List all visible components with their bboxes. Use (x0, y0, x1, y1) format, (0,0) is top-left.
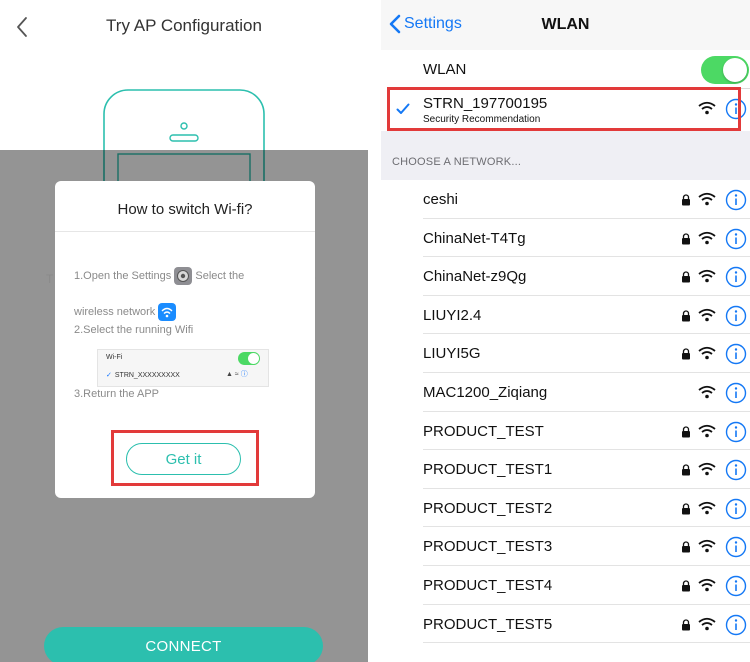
network-name: LIUYI2.4 (423, 306, 482, 324)
info-icon[interactable] (725, 305, 747, 332)
info-icon[interactable] (725, 498, 747, 525)
lock-icon (681, 232, 691, 250)
switch-wifi-dialog: How to switch Wi-fi? 1.Open the Settings… (55, 181, 315, 498)
network-row[interactable]: PRODUCT_TEST (381, 412, 750, 451)
nav-title: WLAN (541, 16, 590, 33)
wifi-icon (698, 462, 716, 481)
wifi-icon (698, 308, 716, 327)
wifi-settings-preview: Wi-Fi ✓ STRN_XXXXXXXXX ▲ ≈ ⓘ (97, 349, 269, 387)
network-name: PRODUCT_TEST3 (423, 538, 553, 556)
background-text: T (46, 272, 54, 286)
network-name: PRODUCT_TEST2 (423, 499, 553, 517)
step-text: wireless network (74, 305, 156, 318)
network-name: PRODUCT_TEST1 (423, 461, 553, 479)
network-name: ChinaNet-z9Qg (423, 268, 527, 286)
wlan-toggle-row: WLAN (381, 52, 750, 88)
page-title: Try AP Configuration (106, 16, 262, 35)
preview-wifi-label: Wi-Fi (106, 354, 123, 361)
wifi-icon (698, 539, 716, 558)
info-icon[interactable] (725, 228, 747, 255)
info-icon[interactable] (725, 343, 747, 370)
lock-icon (681, 425, 691, 443)
info-icon[interactable] (725, 536, 747, 563)
get-it-button[interactable]: Get it (126, 443, 241, 475)
network-list: ceshi ChinaNet-T4Tg ChinaNet-z9Qg LIUYI2.4 L… (381, 180, 750, 643)
wifi-icon (698, 346, 716, 365)
dialog-title: How to switch Wi-fi? (117, 201, 253, 218)
network-row[interactable]: LIUYI5G (381, 334, 750, 373)
lock-icon (681, 579, 691, 597)
divider (55, 231, 315, 232)
network-row[interactable]: ChinaNet-z9Qg (381, 257, 750, 296)
info-icon[interactable] (725, 382, 747, 409)
lock-icon (681, 347, 691, 365)
lock-icon (681, 193, 691, 211)
instruction-step-1: 1.Open the Settings Select the (74, 267, 244, 285)
network-row[interactable]: MAC1200_Ziqiang (381, 373, 750, 412)
network-row[interactable]: ChinaNet-T4Tg (381, 219, 750, 258)
step-text: Select the (195, 269, 245, 282)
wlan-label: WLAN (423, 61, 467, 78)
lock-icon (681, 540, 691, 558)
wifi-icon (698, 617, 716, 636)
wifi-icon (698, 269, 716, 288)
ap-config-screen: Try AP Configuration T - How to switch W… (0, 0, 368, 662)
lock-icon (681, 502, 691, 520)
wifi-icon: ≈ (234, 371, 239, 378)
preview-network-name: STRN_XXXXXXXXX (114, 372, 180, 379)
step-text: 1.Open the Settings (74, 269, 172, 282)
wifi-icon (698, 385, 716, 404)
instruction-step-1-cont: wireless network (74, 303, 177, 321)
network-name: PRODUCT_TEST (423, 422, 544, 440)
settings-gear-icon (174, 267, 193, 285)
connect-button[interactable]: CONNECT (44, 627, 323, 662)
lock-icon (681, 270, 691, 288)
info-icon[interactable] (725, 575, 747, 602)
network-name: LIUYI5G (423, 345, 481, 363)
network-row[interactable]: PRODUCT_TEST1 (381, 450, 750, 489)
navigation-bar: Settings WLAN (381, 0, 750, 50)
network-name: PRODUCT_TEST4 (423, 576, 553, 594)
highlight-box (387, 87, 741, 131)
instruction-step-2: 2.Select the running Wifi (74, 324, 194, 336)
preview-network: ✓ STRN_XXXXXXXXX (106, 371, 180, 379)
network-name: ceshi (423, 191, 459, 208)
wifi-icon (698, 192, 716, 211)
network-row[interactable]: PRODUCT_TEST3 (381, 527, 750, 566)
wlan-toggle[interactable] (701, 56, 749, 84)
lock-icon (681, 309, 691, 327)
instruction-step-3: 3.Return the APP (74, 388, 159, 400)
network-row[interactable]: LIUYI2.4 (381, 296, 750, 335)
lock-icon: ▲ (226, 371, 233, 378)
preview-toggle (238, 352, 260, 365)
info-icon[interactable] (725, 189, 747, 216)
network-row[interactable]: ceshi (381, 180, 750, 219)
network-name: ChinaNet-T4Tg (423, 229, 526, 247)
choose-network-header: CHOOSE A NETWORK... (392, 156, 522, 168)
lock-icon (681, 618, 691, 636)
network-row[interactable]: PRODUCT_TEST5 (381, 605, 750, 644)
checkmark-icon: ✓ (106, 372, 112, 379)
preview-icons: ▲ ≈ ⓘ (226, 369, 248, 379)
wifi-app-icon (158, 303, 177, 321)
network-row[interactable]: PRODUCT_TEST2 (381, 489, 750, 528)
info-icon[interactable] (725, 459, 747, 486)
wifi-icon (698, 231, 716, 250)
info-icon[interactable] (725, 614, 747, 641)
info-icon[interactable] (725, 266, 747, 293)
wifi-icon (698, 578, 716, 597)
wifi-icon (698, 501, 716, 520)
network-name: MAC1200_Ziqiang (423, 383, 548, 401)
wifi-icon (698, 424, 716, 443)
info-icon[interactable] (725, 421, 747, 448)
info-icon: ⓘ (240, 371, 248, 378)
network-name: PRODUCT_TEST5 (423, 615, 553, 633)
wlan-settings-screen: Settings WLAN WLAN STRN_197700195 Securi… (381, 0, 750, 662)
network-row[interactable]: PRODUCT_TEST4 (381, 566, 750, 605)
lock-icon (681, 463, 691, 481)
